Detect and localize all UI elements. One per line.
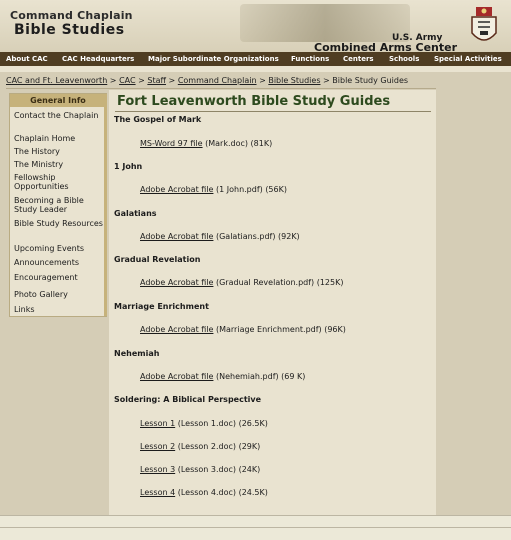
- nav-under-strip: [0, 66, 511, 72]
- breadcrumb-link-cac-ft-leavenworth[interactable]: CAC and Ft. Leavenworth: [6, 76, 107, 85]
- sidebar-item-resources[interactable]: Bible Study Resources: [14, 219, 104, 228]
- file-entry: Adobe Acrobat file (Gradual Revelation.p…: [140, 278, 343, 287]
- breadcrumb-separator: >: [135, 76, 148, 85]
- section-heading-gospel-of-mark: The Gospel of Mark: [114, 115, 202, 124]
- nav-centers[interactable]: Centers: [343, 55, 374, 63]
- file-detail: (Lesson 2.doc) (29K): [177, 442, 261, 451]
- breadcrumb: CAC and Ft. Leavenworth > CAC > Staff > …: [6, 76, 436, 89]
- banner-title-line1: Command Chaplain: [10, 9, 133, 22]
- nav-cac-headquarters[interactable]: CAC Headquarters: [62, 55, 134, 63]
- file-entry: MS-Word 97 file (Mark.doc) (81K): [140, 139, 272, 148]
- file-entry: Lesson 2 (Lesson 2.doc) (29K): [140, 442, 260, 451]
- file-entry: Lesson 3 (Lesson 3.doc) (24K): [140, 465, 260, 474]
- breadcrumb-link-bible-studies[interactable]: Bible Studies: [268, 76, 320, 85]
- sidebar-item-contact-chaplain[interactable]: Contact the Chaplain: [14, 111, 104, 120]
- sidebar-general-info: General Info Contact the Chaplain Chapla…: [9, 93, 107, 317]
- file-link-galatians[interactable]: Adobe Acrobat file: [140, 232, 213, 241]
- file-detail: (Lesson 1.doc) (26.5K): [177, 419, 268, 428]
- breadcrumb-divider: [6, 88, 436, 89]
- nav-about-cac[interactable]: About CAC: [6, 55, 48, 63]
- sidebar-item-ministry[interactable]: The Ministry: [14, 160, 104, 169]
- nav-major-subordinate-organizations[interactable]: Major Subordinate Organizations: [148, 55, 279, 63]
- file-entry: Adobe Acrobat file (Marriage Enrichment.…: [140, 325, 346, 334]
- file-detail: (Mark.doc) (81K): [205, 139, 273, 148]
- soldier-silhouette-image: [240, 4, 410, 42]
- sidebar-item-history[interactable]: The History: [14, 147, 104, 156]
- sidebar-heading: General Info: [10, 94, 106, 107]
- file-entry: Adobe Acrobat file (Nehemiah.pdf) (69 K): [140, 372, 305, 381]
- breadcrumb-separator: >: [107, 76, 120, 85]
- breadcrumb-link-staff[interactable]: Staff: [147, 76, 166, 85]
- banner-title-line2: Bible Studies: [14, 22, 125, 38]
- file-link-lesson-2[interactable]: Lesson 2: [140, 442, 175, 451]
- cac-label: Combined Arms Center: [314, 41, 458, 52]
- file-detail: (Marriage Enrichment.pdf) (96K): [215, 325, 346, 334]
- file-link-lesson-3[interactable]: Lesson 3: [140, 465, 175, 474]
- file-link-marriage-enrichment[interactable]: Adobe Acrobat file: [140, 325, 213, 334]
- file-detail: (Lesson 3.doc) (24K): [177, 465, 261, 474]
- file-entry: Lesson 1 (Lesson 1.doc) (26.5K): [140, 419, 268, 428]
- nav-special-activities[interactable]: Special Activities: [434, 55, 502, 63]
- section-heading-1-john: 1 John: [114, 162, 143, 171]
- main-navigation: About CAC CAC Headquarters Major Subordi…: [0, 52, 511, 66]
- nav-schools[interactable]: Schools: [389, 55, 419, 63]
- page-title: Fort Leavenworth Bible Study Guides: [117, 94, 391, 109]
- sidebar-item-links[interactable]: Links: [14, 305, 104, 314]
- sidebar-item-encouragement[interactable]: Encouragement: [14, 273, 104, 282]
- file-link-nehemiah[interactable]: Adobe Acrobat file: [140, 372, 213, 381]
- nav-functions[interactable]: Functions: [291, 55, 329, 63]
- sidebar-item-chaplain-home[interactable]: Chaplain Home: [14, 134, 104, 143]
- file-link-lesson-4[interactable]: Lesson 4: [140, 488, 175, 497]
- status-bar: [0, 527, 511, 540]
- right-margin: [437, 90, 511, 515]
- file-entry: Adobe Acrobat file (1 John.pdf) (56K): [140, 185, 287, 194]
- site-banner: Command Chaplain Bible Studies U.S. Army…: [0, 0, 511, 52]
- section-heading-galatians: Galatians: [114, 209, 157, 218]
- sidebar-item-upcoming-events[interactable]: Upcoming Events: [14, 244, 104, 253]
- breadcrumb-separator: >: [256, 76, 269, 85]
- title-divider: [115, 111, 431, 112]
- section-heading-marriage-enrichment: Marriage Enrichment: [114, 302, 209, 311]
- section-heading-soldering: Soldering: A Biblical Perspective: [114, 395, 262, 404]
- breadcrumb-separator: >: [166, 76, 178, 85]
- sidebar-item-fellowship[interactable]: Fellowship Opportunities: [14, 173, 104, 191]
- breadcrumb-separator: >: [320, 76, 333, 85]
- file-detail: (Lesson 4.doc) (24.5K): [177, 488, 268, 497]
- main-content: Fort Leavenworth Bible Study Guides The …: [109, 90, 436, 515]
- file-detail: (Galatians.pdf) (92K): [215, 232, 300, 241]
- cac-crest-icon: [471, 7, 497, 41]
- sidebar-item-become-leader[interactable]: Becoming a Bible Study Leader: [14, 196, 104, 214]
- sidebar-rail: [104, 94, 107, 316]
- file-link-1-john[interactable]: Adobe Acrobat file: [140, 185, 213, 194]
- file-entry: Adobe Acrobat file (Galatians.pdf) (92K): [140, 232, 300, 241]
- breadcrumb-current: Bible Study Guides: [332, 76, 409, 85]
- sidebar-item-photo-gallery[interactable]: Photo Gallery: [14, 290, 104, 299]
- file-entry: Lesson 4 (Lesson 4.doc) (24.5K): [140, 488, 268, 497]
- file-link-gradual-revelation[interactable]: Adobe Acrobat file: [140, 278, 213, 287]
- file-link-lesson-1[interactable]: Lesson 1: [140, 419, 175, 428]
- breadcrumb-link-command-chaplain[interactable]: Command Chaplain: [178, 76, 257, 85]
- section-heading-gradual-revelation: Gradual Revelation: [114, 255, 201, 264]
- file-link-mark[interactable]: MS-Word 97 file: [140, 139, 203, 148]
- sidebar-item-announcements[interactable]: Announcements: [14, 258, 104, 267]
- file-detail: (Nehemiah.pdf) (69 K): [215, 372, 306, 381]
- file-detail: (Gradual Revelation.pdf) (125K): [215, 278, 344, 287]
- file-detail: (1 John.pdf) (56K): [215, 185, 287, 194]
- breadcrumb-link-cac[interactable]: CAC: [119, 76, 136, 85]
- section-heading-nehemiah: Nehemiah: [114, 349, 160, 358]
